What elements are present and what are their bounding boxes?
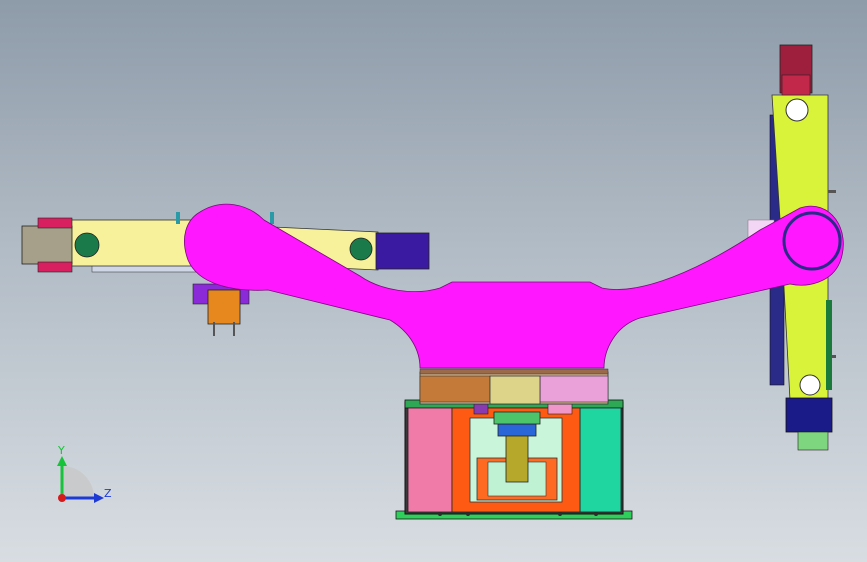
- left-arm-end-effector: [21, 225, 73, 265]
- turntable-hub: [489, 375, 541, 405]
- left-arm-peg-b: [270, 212, 274, 224]
- robot-base: [395, 399, 633, 520]
- base-pink-tab: [547, 403, 573, 415]
- left-arm-elbow-joint: [349, 237, 373, 261]
- cad-viewport[interactable]: Y Z: [0, 0, 867, 562]
- triad-quarter-disc: [62, 466, 94, 498]
- left-arm-end-cap: [37, 217, 73, 229]
- turntable-pink: [539, 375, 609, 403]
- base-left-panel: [407, 407, 453, 513]
- left-arm-end-cap-bottom: [37, 261, 73, 273]
- z-axis-label: Z: [104, 487, 112, 500]
- right-arm-top-cap: [781, 74, 811, 96]
- right-arm-side-strip: [826, 300, 832, 390]
- right-arm-bottom-joint: [799, 374, 821, 396]
- base-shaft-top: [493, 411, 541, 425]
- right-arm-top-joint: [785, 98, 809, 122]
- right-arm-bottom-green: [797, 431, 829, 451]
- base-right-panel: [579, 407, 622, 513]
- right-arm-bottom-block: [785, 397, 833, 433]
- left-arm-joint: [74, 232, 100, 258]
- base-shaft: [505, 431, 529, 483]
- y-axis-arrow: [57, 456, 67, 466]
- left-gripper-body: [207, 289, 241, 325]
- base-purple-tab: [473, 403, 489, 415]
- y-axis-label: Y: [57, 444, 65, 457]
- turntable-teeth: [419, 368, 609, 375]
- right-arm-peg-a: [828, 190, 836, 193]
- left-arm-peg-a: [176, 212, 180, 224]
- left-arm-purple-block: [375, 232, 430, 270]
- triad-origin: [58, 494, 66, 502]
- turntable-bronze: [419, 375, 491, 403]
- base-shaft-collar: [497, 423, 537, 437]
- turntable: [419, 368, 609, 405]
- axis-triad: Y Z: [57, 444, 112, 503]
- z-axis-arrow: [94, 493, 104, 503]
